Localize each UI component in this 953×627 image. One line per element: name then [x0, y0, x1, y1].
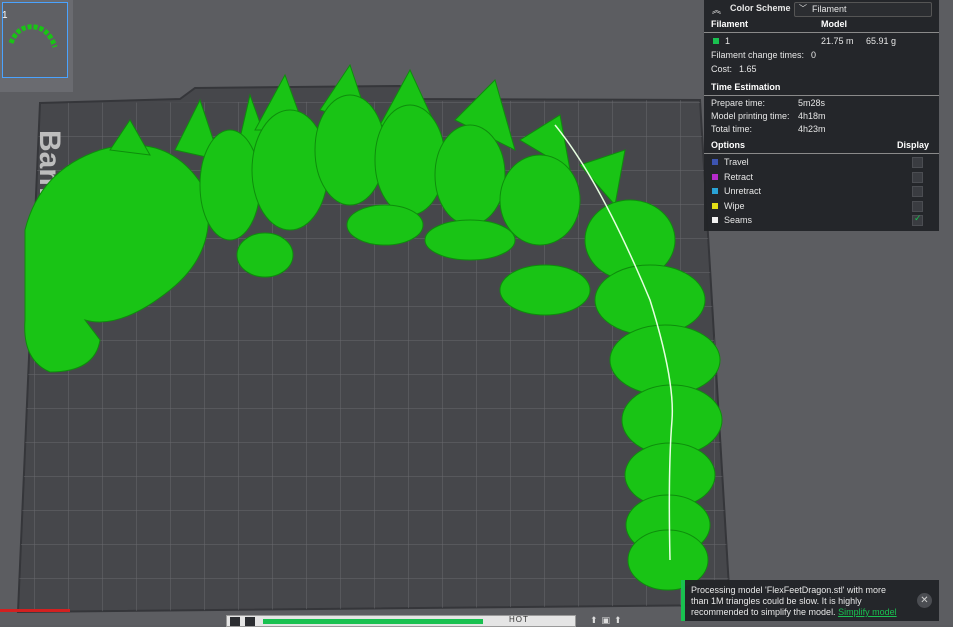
plate-thumbnail-frame[interactable] [2, 2, 68, 78]
view-toolbar[interactable]: ⬆▣⬆ [590, 615, 626, 626]
option-color-swatch [712, 159, 718, 165]
printing-time-row: Model printing time: 4h18m [704, 111, 939, 123]
option-row-wipe[interactable]: Wipe [711, 200, 929, 213]
time-header-row: Time Estimation [704, 82, 939, 94]
plate-thumbnail[interactable]: 1 [0, 0, 73, 92]
option-display-checkbox[interactable] [912, 213, 923, 226]
option-display-checkbox[interactable] [912, 186, 923, 197]
close-icon[interactable]: ✕ [917, 593, 932, 608]
cost-row: Cost: 1.65 [704, 64, 939, 76]
display-header: Display [897, 140, 930, 150]
x-axis-indicator [0, 609, 70, 612]
option-label: Retract [724, 171, 754, 182]
option-label: Unretract [724, 186, 762, 196]
printing-time-value: 4h18m [798, 111, 826, 121]
filament-header: Filament [711, 19, 749, 29]
option-color-swatch [712, 202, 718, 209]
model-header: Model [821, 19, 847, 29]
slider-fill [263, 619, 483, 624]
time-estimation-header: Time Estimation [711, 82, 781, 92]
cost-label: Cost: [711, 64, 733, 74]
printing-time-label: Model printing time: [711, 111, 790, 121]
option-color-swatch [712, 217, 718, 223]
filament-id: 1 [725, 36, 731, 46]
divider [704, 32, 939, 33]
options-header-row: Options Display [704, 140, 939, 152]
filament-header-row: Filament Model [704, 19, 939, 31]
color-scheme-value: Filament [812, 4, 847, 14]
chevron-down-icon: ﹀ [799, 4, 807, 13]
option-display-checkbox[interactable] [912, 171, 923, 183]
option-label: Travel [724, 157, 749, 167]
option-row-retract[interactable]: Retract [711, 171, 929, 184]
hot-label: HOT [509, 615, 529, 624]
color-scheme-dropdown[interactable]: ﹀ Filament [794, 2, 932, 17]
options-header: Options [711, 140, 745, 150]
plate-number: 1 [2, 10, 8, 21]
gcode-legend-panel: ︽ Color Scheme ﹀ Filament Filament Model… [704, 0, 939, 231]
change-times-label: Filament change times: [711, 50, 805, 60]
layer-slider-bar[interactable]: HOT [226, 615, 576, 627]
change-times-value: 0 [811, 50, 817, 60]
option-row-travel[interactable]: Travel [711, 156, 929, 169]
filament-row: 1 21.75 m 65.91 g [704, 36, 939, 48]
filament-length: 21.75 m [821, 36, 854, 46]
prepare-time-row: Prepare time: 5m28s [704, 98, 939, 110]
color-scheme-label: Color Scheme [730, 3, 791, 13]
filament-color-swatch [713, 38, 719, 44]
option-color-swatch [712, 173, 718, 180]
simplify-model-link[interactable]: Simplify model [838, 607, 897, 617]
option-row-unretract[interactable]: Unretract [711, 185, 929, 198]
option-display-checkbox[interactable] [912, 157, 923, 168]
3d-viewport[interactable]: Bambu Plate [0, 0, 953, 627]
divider [704, 153, 939, 154]
filament-weight: 65.91 g [866, 36, 897, 46]
thumbnail-dragon-icon [8, 24, 58, 48]
color-scheme-row: ︽ Color Scheme ﹀ Filament [704, 0, 939, 18]
total-time-row: Total time: 4h23m [704, 124, 939, 136]
divider [704, 95, 939, 96]
option-display-checkbox[interactable] [912, 200, 923, 212]
prepare-time-value: 5m28s [798, 98, 826, 108]
total-time-label: Total time: [711, 124, 753, 134]
option-row-seams[interactable]: Seams [711, 213, 929, 227]
notification-text: Processing model 'FlexFeetDragon.stl' wi… [691, 585, 906, 618]
option-color-swatch [712, 188, 718, 194]
option-label: Wipe [724, 200, 745, 211]
prepare-time-label: Prepare time: [711, 98, 766, 108]
total-time-value: 4h23m [798, 124, 826, 134]
option-label: Seams [724, 215, 753, 225]
cost-value: 1.65 [739, 64, 757, 74]
slow-model-notification: Processing model 'FlexFeetDragon.stl' wi… [681, 580, 939, 621]
collapse-chevron-up-icon[interactable]: ︽ [712, 3, 721, 16]
change-times-row: Filament change times: 0 [704, 50, 939, 62]
